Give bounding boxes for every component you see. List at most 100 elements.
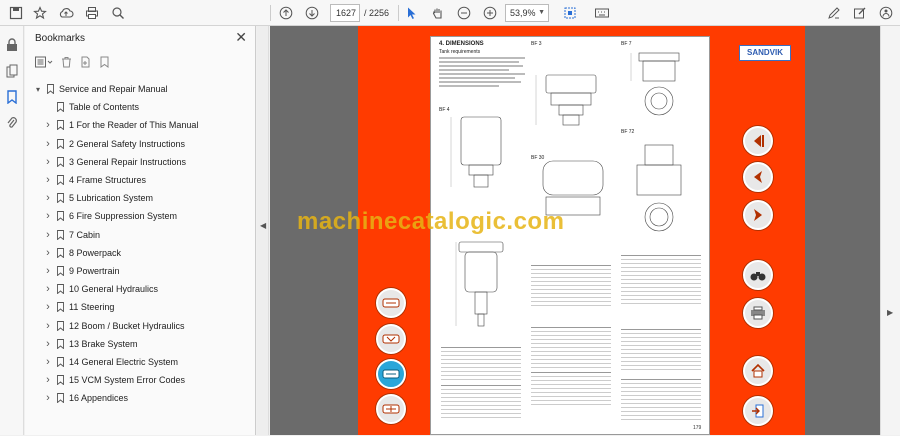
bookmark-item[interactable]: › 16 Appendices <box>25 389 256 407</box>
bookmark-item[interactable]: › 7 Cabin <box>25 226 256 244</box>
bookmark-tree: ▾ Service and Repair Manual Table of Conte… <box>25 80 256 407</box>
chevron-right-icon[interactable]: › <box>43 374 53 386</box>
chapter-link-button-active[interactable] <box>376 359 406 389</box>
prev-page-icon[interactable] <box>276 3 296 23</box>
keyboard-icon[interactable] <box>592 3 612 23</box>
bookmark-item[interactable]: › 13 Brake System <box>25 335 256 353</box>
binoculars-search-button[interactable] <box>743 260 773 290</box>
spec-table <box>531 265 611 306</box>
bookmark-label: 15 VCM System Error Codes <box>69 375 186 386</box>
expand-bookmark-icon[interactable] <box>99 56 110 71</box>
attachment-icon[interactable] <box>3 114 21 132</box>
search-icon[interactable] <box>108 3 128 23</box>
chevron-right-icon[interactable]: › <box>43 320 53 332</box>
star-icon[interactable] <box>30 3 50 23</box>
bookmark-label: 1 For the Reader of This Manual <box>69 120 199 131</box>
bookmark-item[interactable]: › 15 VCM System Error Codes <box>25 371 256 389</box>
chevron-right-icon[interactable]: › <box>43 265 53 277</box>
spec-table <box>441 347 521 380</box>
bookmark-item[interactable]: › 4 Frame Structures <box>25 171 256 189</box>
options-menu-icon[interactable] <box>35 56 53 71</box>
panel-collapse-handle[interactable]: ◀ <box>257 26 269 435</box>
chevron-right-icon[interactable]: › <box>43 156 53 168</box>
expand-right-icon: ▶ <box>887 308 894 317</box>
chevron-right-icon[interactable]: › <box>43 247 53 259</box>
watermark-text: machinecatalogic.com <box>297 208 565 235</box>
chevron-right-icon[interactable]: › <box>43 229 53 241</box>
exit-button[interactable] <box>743 396 773 426</box>
bookmark-icon <box>57 120 64 131</box>
bookmark-label: 8 Powerpack <box>69 247 122 258</box>
bookmark-item[interactable]: › 12 Boom / Bucket Hydraulics <box>25 316 256 334</box>
bookmark-label: 10 General Hydraulics <box>69 284 159 295</box>
bookmark-item[interactable]: › 11 Steering <box>25 298 256 316</box>
chevron-right-icon[interactable]: › <box>43 210 53 222</box>
chevron-right-icon[interactable]: › <box>43 283 53 295</box>
bookmark-item[interactable]: › 3 General Repair Instructions <box>25 153 256 171</box>
bookmark-icon <box>57 156 64 167</box>
bookmark-toolbar <box>35 54 110 72</box>
pen-sign-icon[interactable] <box>824 3 844 23</box>
bookmark-item[interactable]: › 14 General Electric System <box>25 353 256 371</box>
chevron-right-icon[interactable]: › <box>43 338 53 350</box>
bookmark-icon <box>57 193 64 204</box>
next-page-icon[interactable] <box>302 3 322 23</box>
chevron-down-icon[interactable]: ▾ <box>33 85 43 94</box>
bookmark-icon[interactable] <box>3 88 21 106</box>
zoom-in-icon[interactable] <box>480 3 500 23</box>
bookmark-item[interactable]: › 1 For the Reader of This Manual <box>25 116 256 134</box>
bookmark-icon <box>57 266 64 276</box>
save-icon[interactable] <box>6 3 26 23</box>
page-number-footer: 179 <box>693 425 702 431</box>
bookmark-item[interactable]: › 5 Lubrication System <box>25 189 256 207</box>
delete-icon[interactable] <box>61 56 72 71</box>
page-number-input[interactable]: 1627 <box>330 4 360 22</box>
chevron-right-icon[interactable]: › <box>43 301 53 313</box>
lock-icon[interactable] <box>3 36 21 54</box>
upload-icon[interactable] <box>56 3 76 23</box>
chevron-right-icon[interactable]: › <box>43 392 53 404</box>
home-button[interactable] <box>743 356 773 386</box>
bookmark-icon <box>47 84 54 95</box>
chevron-right-icon[interactable]: › <box>43 119 53 131</box>
bookmark-label: 9 Powertrain <box>69 265 120 276</box>
spec-table <box>621 379 701 420</box>
chapter-link-button-4[interactable] <box>376 394 406 424</box>
bookmark-item[interactable]: › 9 Powertrain <box>25 262 256 280</box>
scrollbar[interactable]: ▶ <box>880 26 900 435</box>
bookmark-item[interactable]: › 10 General Hydraulics <box>25 280 256 298</box>
bookmark-label: Service and Repair Manual <box>59 84 168 95</box>
hand-icon[interactable] <box>428 3 448 23</box>
next-page-button[interactable] <box>743 200 773 230</box>
edit-icon[interactable] <box>850 3 870 23</box>
zoom-level[interactable]: 53,9% ▼ <box>505 4 549 22</box>
bookmark-item[interactable]: Table of Contents <box>25 98 256 116</box>
bookmark-icon <box>57 320 64 331</box>
chevron-right-icon[interactable]: › <box>43 356 53 368</box>
first-page-button[interactable] <box>743 126 773 156</box>
print-icon[interactable] <box>82 3 102 23</box>
chapter-link-button-1[interactable] <box>376 288 406 318</box>
zoom-out-icon[interactable] <box>454 3 474 23</box>
spec-table <box>441 385 521 418</box>
bookmark-label: 7 Cabin <box>69 229 101 240</box>
bookmark-icon <box>57 211 64 222</box>
bookmark-item[interactable]: › 8 Powerpack <box>25 244 256 262</box>
page-thumbnails-icon[interactable] <box>3 62 21 80</box>
chevron-right-icon[interactable]: › <box>43 174 53 186</box>
select-icon[interactable] <box>402 3 422 23</box>
bookmark-item[interactable]: ▾ Service and Repair Manual <box>25 80 256 98</box>
panel-title: Bookmarks <box>35 33 86 44</box>
bookmark-item[interactable]: › 6 Fire Suppression System <box>25 207 256 225</box>
chevron-right-icon[interactable]: › <box>43 138 53 150</box>
chevron-right-icon[interactable]: › <box>43 192 53 204</box>
fit-icon[interactable] <box>560 3 580 23</box>
share-icon[interactable] <box>876 3 896 23</box>
close-icon[interactable]: ✕ <box>235 29 247 46</box>
print-button[interactable] <box>743 298 773 328</box>
bookmark-item[interactable]: › 2 General Safety Instructions <box>25 135 256 153</box>
previous-page-button[interactable] <box>743 162 773 192</box>
new-bookmark-icon[interactable] <box>80 56 91 71</box>
chapter-link-button-2[interactable] <box>376 324 406 354</box>
bookmark-label: 12 Boom / Bucket Hydraulics <box>69 320 185 331</box>
